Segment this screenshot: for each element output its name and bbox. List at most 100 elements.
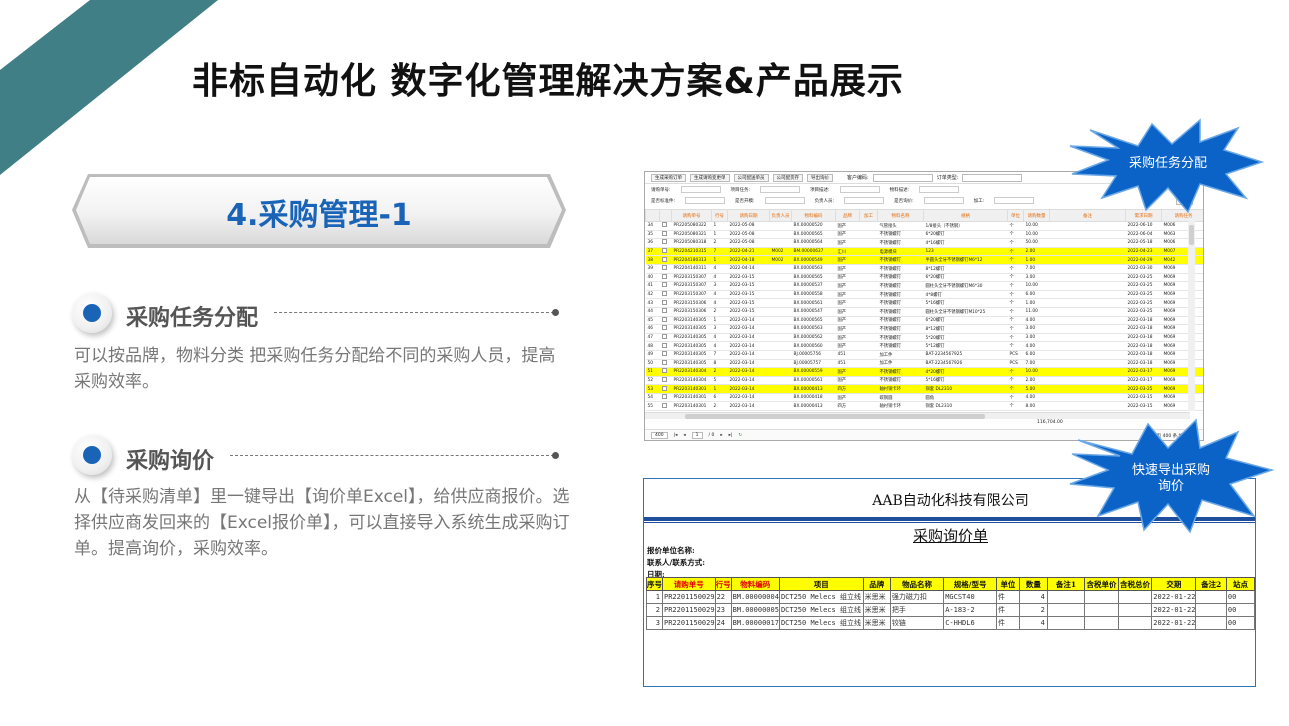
callout-top-text: 采购任务分配 bbox=[1128, 156, 1207, 171]
erp-column-header[interactable]: 请购数量 bbox=[1023, 209, 1050, 222]
table-row[interactable]: 37 PR2204210315 7 2022-04-21 M002 BM.00000637… bbox=[645, 247, 1203, 257]
table-row[interactable]: 35 PR2205080321 1 2022-05-08 BX.00000565 国产 不锈… bbox=[645, 230, 1203, 240]
row-checkbox[interactable] bbox=[659, 307, 672, 317]
erp-column-header[interactable]: 规格 bbox=[923, 209, 1008, 222]
generate-change-button[interactable]: 生成请购变更单 bbox=[690, 173, 730, 182]
table-row[interactable]: 52 PR2203140304 5 2022-03-14 BX.00000561 国产 不锈… bbox=[645, 376, 1203, 386]
table-cell: PR2203150306 bbox=[671, 307, 712, 317]
row-checkbox[interactable] bbox=[659, 255, 672, 265]
erp-column-header[interactable]: 行号 bbox=[711, 209, 728, 222]
row-checkbox[interactable] bbox=[659, 367, 672, 377]
table-row[interactable]: 45 PR2203140305 1 2022-03-14 BX.00000565 国产 不锈… bbox=[645, 316, 1203, 326]
table-row[interactable]: 36 PR2205080318 2 2022-05-08 BX.00000564 国产 不锈… bbox=[645, 238, 1203, 248]
row-checkbox[interactable] bbox=[659, 221, 672, 231]
row-checkbox[interactable] bbox=[659, 401, 672, 412]
filter-input[interactable] bbox=[844, 197, 885, 204]
row-checkbox[interactable] bbox=[659, 350, 672, 360]
erp-column-header[interactable]: 单位 bbox=[1007, 209, 1024, 222]
table-row[interactable]: 34 PR2205080322 1 2022-05-08 BX.00000520 国产 气管… bbox=[645, 221, 1203, 231]
row-checkbox[interactable] bbox=[659, 393, 672, 403]
table-row[interactable]: 39 PR2204140311 4 2022-04-14 BX.00000563 国产 不锈… bbox=[645, 264, 1203, 274]
table-row[interactable]: 53 PR2203140303 1 2022-03-14 BX.00000413 四方 轴衬… bbox=[645, 384, 1203, 394]
row-checkbox[interactable] bbox=[659, 376, 672, 386]
table-cell: 4 bbox=[711, 341, 728, 351]
filter-input[interactable] bbox=[994, 197, 1035, 204]
erp-column-header[interactable]: 品牌 bbox=[835, 209, 860, 222]
first-page-icon[interactable]: |◂ bbox=[674, 433, 678, 438]
table-row[interactable]: 47 PR2203140305 4 2022-03-14 BX.00000562 国产 不锈… bbox=[645, 333, 1203, 343]
prev-page-icon[interactable]: ◂ bbox=[683, 433, 685, 438]
filter-input[interactable] bbox=[839, 186, 880, 193]
erp-column-header[interactable]: 加工 bbox=[859, 209, 878, 222]
filter-input[interactable] bbox=[685, 197, 726, 204]
row-checkbox[interactable] bbox=[659, 281, 672, 291]
row-checkbox[interactable] bbox=[659, 384, 672, 394]
vertical-scrollbar[interactable] bbox=[1188, 221, 1195, 411]
row-checkbox[interactable] bbox=[659, 324, 672, 334]
table-cell: 2 bbox=[646, 603, 663, 617]
erp-column-header[interactable]: 请购日期 bbox=[727, 209, 770, 222]
table-row[interactable]: 43 PR2203150306 4 2022-03-15 BX.00000561 国产 不锈… bbox=[645, 298, 1203, 308]
erp-column-header[interactable]: 请购单号 bbox=[671, 209, 712, 222]
filter-label: 是否询价: bbox=[894, 198, 914, 204]
row-checkbox[interactable] bbox=[659, 341, 672, 351]
table-cell: 51 bbox=[645, 367, 660, 377]
row-checkbox[interactable] bbox=[659, 290, 672, 300]
dispatch-button[interactable]: 公司配送单员 bbox=[733, 173, 769, 182]
stock-button[interactable]: 公司配货存 bbox=[772, 173, 803, 182]
table-cell bbox=[859, 324, 878, 334]
filter-label: 请购单号: bbox=[651, 187, 671, 193]
row-checkbox[interactable] bbox=[659, 316, 672, 326]
table-row[interactable]: 48 PR2203140305 4 2022-03-14 BX.00000560 国产 不锈… bbox=[645, 341, 1203, 351]
erp-column-header[interactable]: 物料编码 bbox=[791, 209, 836, 222]
filter-input[interactable] bbox=[764, 197, 805, 204]
table-row[interactable]: 41 PR2203150307 3 2022-03-15 BX.00000537 国产 不锈… bbox=[645, 281, 1203, 291]
page-number-input[interactable]: 1 bbox=[691, 432, 703, 439]
row-checkbox[interactable] bbox=[659, 359, 672, 369]
table-cell: 不锈钢螺钉 bbox=[877, 307, 924, 317]
table-row[interactable]: 46 PR2203140305 3 2022-03-14 BX.00000563 国产 不锈… bbox=[645, 324, 1203, 334]
table-row[interactable]: 38 PR2204180313 1 2022-04-18 M002 BX.00000549… bbox=[645, 255, 1203, 265]
erp-column-header[interactable]: 负责人员 bbox=[769, 209, 792, 222]
table-cell: BX.00000558 bbox=[791, 290, 836, 300]
table-cell: 8*12螺钉 bbox=[923, 324, 1008, 334]
row-checkbox[interactable] bbox=[659, 238, 672, 248]
table-row[interactable]: 44 PR2203150306 2 2022-03-15 BX.00000547 国产 不锈… bbox=[645, 307, 1203, 317]
table-row[interactable]: 49 PR2203140305 7 2022-03-14 BJ.00005756 451 加… bbox=[645, 350, 1203, 360]
table-row[interactable]: 54 PR2203140301 6 2022-03-14 BX.00000418 国产 碳钢… bbox=[645, 393, 1203, 403]
next-page-icon[interactable]: ▸ bbox=[720, 433, 722, 438]
table-row[interactable]: 40 PR2203150307 4 2022-03-15 BX.00000565 国产 不锈… bbox=[645, 273, 1203, 283]
last-page-icon[interactable]: ▸| bbox=[729, 433, 733, 438]
erp-column-header[interactable] bbox=[645, 209, 660, 222]
filter-input[interactable] bbox=[923, 197, 964, 204]
feature-heading-task-assignment: 采购任务分配 bbox=[126, 306, 259, 331]
table-row[interactable]: 50 PR2203140305 8 2022-03-14 BJ.00005757 451 加… bbox=[645, 359, 1203, 369]
filter-input[interactable] bbox=[760, 186, 801, 193]
erp-column-header[interactable]: 物料名称 bbox=[877, 209, 924, 222]
order-type-select[interactable] bbox=[962, 173, 1023, 182]
page-size-select[interactable]: 400 bbox=[651, 432, 668, 439]
filter-input[interactable] bbox=[919, 186, 960, 193]
row-checkbox[interactable] bbox=[659, 230, 672, 240]
row-checkbox[interactable] bbox=[659, 273, 672, 283]
table-cell: M069 bbox=[1161, 359, 1203, 369]
refresh-icon[interactable]: ↻ bbox=[738, 433, 742, 438]
table-row[interactable]: 42 PR2203150307 4 2022-03-15 BX.00000558 国产 不锈… bbox=[645, 290, 1203, 300]
generate-po-button[interactable]: 生成采购订单 bbox=[651, 173, 686, 182]
row-checkbox[interactable] bbox=[659, 298, 672, 308]
table-cell: 50 bbox=[645, 359, 660, 369]
table-cell: M002 bbox=[769, 255, 792, 265]
customer-code-select[interactable] bbox=[872, 173, 933, 182]
table-cell: 8.00 bbox=[1023, 401, 1050, 412]
row-checkbox[interactable] bbox=[659, 333, 672, 343]
erp-column-header[interactable] bbox=[659, 209, 672, 222]
table-row[interactable]: 55 PR2203140301 2 2022-03-14 BX.00000413 四方 轴衬… bbox=[645, 401, 1203, 412]
table-row[interactable]: 51 PR2203140304 2 2022-03-14 BX.00000559 国产 不锈… bbox=[645, 367, 1203, 377]
export-inquiry-button[interactable]: 导出询价 bbox=[807, 173, 833, 182]
row-checkbox[interactable] bbox=[659, 264, 672, 274]
filter-input[interactable] bbox=[680, 186, 721, 193]
table-cell: 4*16螺钉 bbox=[923, 238, 1008, 248]
table-cell: 国产 bbox=[835, 316, 860, 326]
row-checkbox[interactable] bbox=[659, 247, 672, 257]
table-cell: BAT-2234567926 bbox=[923, 359, 1008, 369]
